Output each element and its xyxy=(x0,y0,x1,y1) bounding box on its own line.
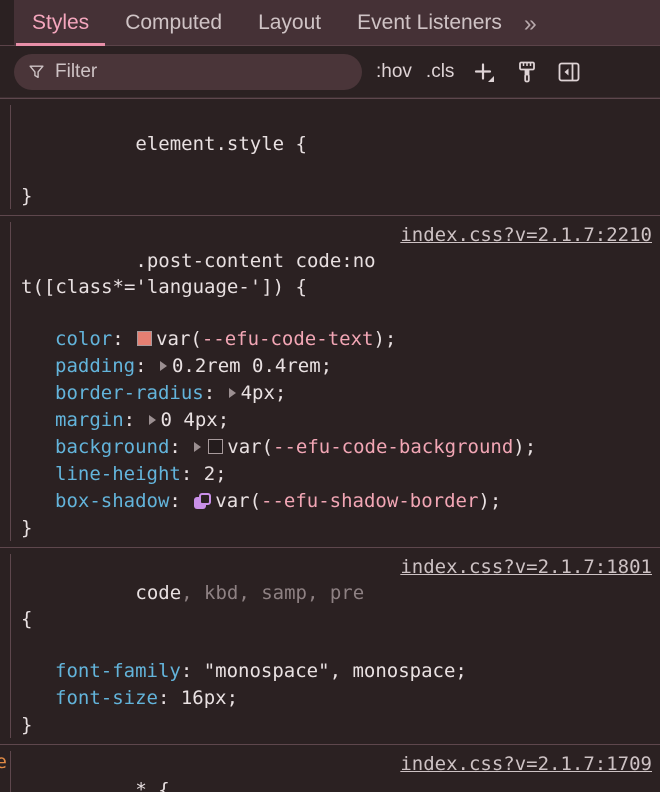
stylesheet-source-link[interactable]: index.css?v=2.1.7:1709 xyxy=(392,751,652,777)
property-value[interactable]: 4px; xyxy=(241,382,287,404)
css-rule-post-content-code[interactable]: .post-content code:not([class*='language… xyxy=(0,215,660,547)
value-prefix: var( xyxy=(215,490,262,512)
css-variable-name[interactable]: --efu-shadow-border xyxy=(261,490,478,512)
css-variable-name[interactable]: --efu-code-text xyxy=(202,328,374,350)
inherited-marker-text: e xyxy=(0,751,7,773)
css-rule-element-style[interactable]: element.style { } xyxy=(0,98,660,215)
filter-input[interactable]: Filter xyxy=(14,53,362,90)
property-name[interactable]: padding xyxy=(55,355,135,377)
selector-open-brace: { xyxy=(146,779,170,792)
expand-shorthand-icon[interactable] xyxy=(159,361,167,371)
rule-selector[interactable]: .post-content code:not([class*='language… xyxy=(21,222,387,326)
css-declaration-padding[interactable]: padding: 0.2rem 0.4rem; xyxy=(21,353,652,380)
property-value[interactable]: 2; xyxy=(204,463,227,485)
cls-label: .cls xyxy=(425,60,455,82)
rule-close-brace: } xyxy=(21,714,33,736)
expand-shorthand-icon[interactable] xyxy=(228,388,236,398)
tab-styles[interactable]: Styles xyxy=(14,0,107,46)
expand-shorthand-icon[interactable] xyxy=(194,442,202,452)
shadow-swatch-icon[interactable] xyxy=(194,492,212,509)
css-declaration-line-height[interactable]: line-height: 2; xyxy=(21,461,652,488)
rule-selector[interactable]: element.style { xyxy=(21,105,307,183)
css-declaration-color[interactable]: color: var(--efu-code-text); xyxy=(21,326,652,353)
tab-event-listeners-label: Event Listeners xyxy=(357,10,502,34)
css-declaration-margin[interactable]: margin: 0 4px; xyxy=(21,407,652,434)
filter-placeholder: Filter xyxy=(55,60,98,82)
copy-styles-button[interactable] xyxy=(514,59,540,85)
value-suffix: ); xyxy=(373,328,397,350)
property-name[interactable]: line-height xyxy=(55,463,181,485)
selector-text-matched: code xyxy=(135,582,182,604)
stylesheet-source-link[interactable]: index.css?v=2.1.7:1801 xyxy=(392,554,652,580)
property-value[interactable]: 0.2rem 0.4rem; xyxy=(172,355,332,377)
css-declaration-box-shadow[interactable]: box-shadow: var(--efu-shadow-border); xyxy=(21,488,652,515)
plus-icon xyxy=(475,62,492,80)
property-value[interactable]: "monospace", monospace; xyxy=(204,660,467,682)
tab-computed-label: Computed xyxy=(125,10,223,34)
css-rules-list[interactable]: element.style { } .post-content code:not… xyxy=(0,98,660,792)
property-name[interactable]: font-size xyxy=(55,687,158,709)
selector-open-brace: { xyxy=(284,133,307,155)
paintbrush-icon xyxy=(519,61,536,82)
property-name[interactable]: background xyxy=(55,436,169,458)
selector-text-unmatched: , kbd, samp, pre xyxy=(181,582,365,604)
css-declaration-font-family[interactable]: font-family: "monospace", monospace; xyxy=(21,658,652,685)
rule-selector[interactable]: code, kbd, samp, pre { xyxy=(21,554,387,658)
tab-computed[interactable]: Computed xyxy=(107,0,240,46)
more-tabs-icon[interactable]: » xyxy=(520,0,547,46)
toggle-sidebar-button[interactable] xyxy=(556,59,582,85)
css-declaration-border-radius[interactable]: border-radius: 4px; xyxy=(21,380,652,407)
value-prefix: var( xyxy=(156,328,202,350)
color-swatch[interactable] xyxy=(208,439,224,454)
css-rule-code-kbd-samp-pre[interactable]: code, kbd, samp, pre { index.css?v=2.1.7… xyxy=(0,547,660,744)
new-style-rule-button[interactable] xyxy=(470,58,498,86)
selector-text: element.style xyxy=(135,133,285,155)
css-rule-universal[interactable]: e * { index.css?v=2.1.7:1709 box-sizing:… xyxy=(0,744,660,792)
property-name[interactable]: margin xyxy=(55,409,124,431)
property-name[interactable]: color xyxy=(55,328,112,350)
stylesheet-source-link[interactable]: index.css?v=2.1.7:2210 xyxy=(392,222,652,248)
css-variable-name[interactable]: --efu-code-background xyxy=(273,436,513,458)
rule-selector[interactable]: * { xyxy=(21,751,170,792)
expand-shorthand-icon[interactable] xyxy=(148,415,156,425)
property-value[interactable]: 16px; xyxy=(181,687,238,709)
selector-open-brace: { xyxy=(284,276,307,298)
tab-layout-label: Layout xyxy=(258,10,322,34)
property-name[interactable]: border-radius xyxy=(55,382,204,404)
selector-text: * xyxy=(135,779,147,792)
property-name[interactable]: font-family xyxy=(55,660,181,682)
hov-label: :hov xyxy=(376,60,412,82)
selector-text: .post-content code:not([class*='language… xyxy=(21,250,376,298)
value-suffix: ); xyxy=(478,490,502,512)
value-suffix: ); xyxy=(513,436,537,458)
color-swatch[interactable] xyxy=(137,331,153,346)
tab-styles-label: Styles xyxy=(32,10,90,34)
sidebar-toggle-icon xyxy=(559,62,580,81)
css-declaration-background[interactable]: background: var(--efu-code-background); xyxy=(21,434,652,461)
css-declaration-font-size[interactable]: font-size: 16px; xyxy=(21,685,652,712)
toggle-element-state-button[interactable]: :hov xyxy=(376,61,412,83)
toggle-class-button[interactable]: .cls xyxy=(426,61,455,83)
tab-event-listeners[interactable]: Event Listeners xyxy=(339,0,520,46)
rule-close-brace: } xyxy=(21,185,33,207)
filter-funnel-icon xyxy=(28,63,45,80)
rule-close-brace: } xyxy=(21,517,33,539)
value-prefix: var( xyxy=(227,436,274,458)
styles-panel-tabbar: Styles Computed Layout Event Listeners » xyxy=(0,0,660,46)
property-name[interactable]: box-shadow xyxy=(55,490,169,512)
styles-toolbar: Filter :hov .cls xyxy=(0,46,660,98)
tab-layout[interactable]: Layout xyxy=(240,0,339,46)
property-value[interactable]: 0 4px; xyxy=(161,409,230,431)
